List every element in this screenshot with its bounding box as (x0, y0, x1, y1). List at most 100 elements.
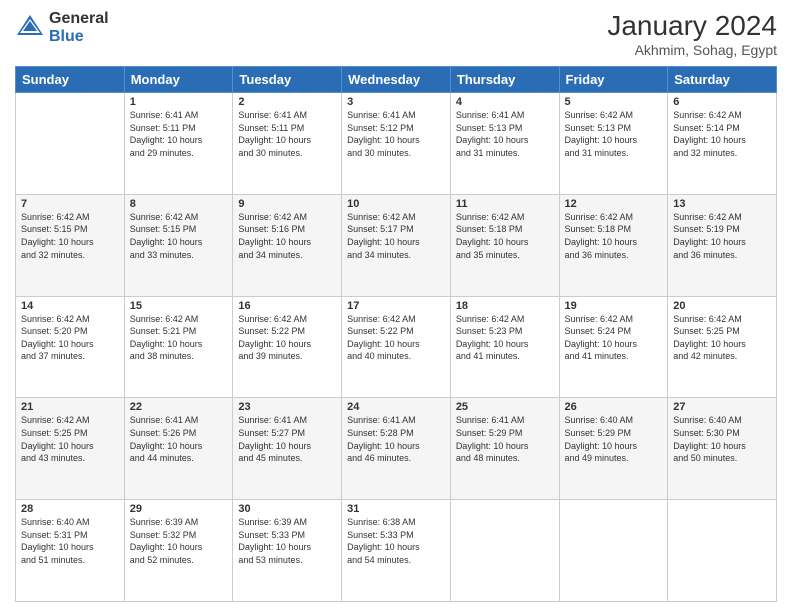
day-number: 2 (238, 96, 336, 108)
day-info: Sunrise: 6:41 AM Sunset: 5:13 PM Dayligh… (456, 109, 554, 159)
calendar-cell: 18Sunrise: 6:42 AM Sunset: 5:23 PM Dayli… (450, 296, 559, 398)
logo-icon (15, 13, 45, 43)
day-info: Sunrise: 6:40 AM Sunset: 5:30 PM Dayligh… (673, 414, 771, 464)
day-number: 4 (456, 96, 554, 108)
calendar-cell: 23Sunrise: 6:41 AM Sunset: 5:27 PM Dayli… (233, 398, 342, 500)
day-number: 16 (238, 300, 336, 312)
day-info: Sunrise: 6:42 AM Sunset: 5:20 PM Dayligh… (21, 313, 119, 363)
day-info: Sunrise: 6:40 AM Sunset: 5:31 PM Dayligh… (21, 516, 119, 566)
day-info: Sunrise: 6:40 AM Sunset: 5:29 PM Dayligh… (565, 414, 663, 464)
calendar-cell: 21Sunrise: 6:42 AM Sunset: 5:25 PM Dayli… (16, 398, 125, 500)
day-info: Sunrise: 6:41 AM Sunset: 5:11 PM Dayligh… (238, 109, 336, 159)
calendar-cell: 10Sunrise: 6:42 AM Sunset: 5:17 PM Dayli… (342, 194, 451, 296)
calendar: SundayMondayTuesdayWednesdayThursdayFrid… (15, 66, 777, 602)
calendar-cell (559, 500, 668, 602)
calendar-cell (668, 500, 777, 602)
day-number: 20 (673, 300, 771, 312)
day-number: 27 (673, 401, 771, 413)
logo-general-text: General (49, 10, 109, 28)
calendar-cell: 9Sunrise: 6:42 AM Sunset: 5:16 PM Daylig… (233, 194, 342, 296)
day-info: Sunrise: 6:41 AM Sunset: 5:11 PM Dayligh… (130, 109, 228, 159)
calendar-cell: 30Sunrise: 6:39 AM Sunset: 5:33 PM Dayli… (233, 500, 342, 602)
calendar-cell: 14Sunrise: 6:42 AM Sunset: 5:20 PM Dayli… (16, 296, 125, 398)
calendar-cell: 4Sunrise: 6:41 AM Sunset: 5:13 PM Daylig… (450, 93, 559, 195)
day-number: 12 (565, 198, 663, 210)
day-number: 17 (347, 300, 445, 312)
day-header-wednesday: Wednesday (342, 67, 451, 93)
day-number: 18 (456, 300, 554, 312)
header: General Blue January 2024 Akhmim, Sohag,… (15, 10, 777, 58)
day-info: Sunrise: 6:42 AM Sunset: 5:21 PM Dayligh… (130, 313, 228, 363)
day-number: 5 (565, 96, 663, 108)
day-number: 3 (347, 96, 445, 108)
calendar-cell: 8Sunrise: 6:42 AM Sunset: 5:15 PM Daylig… (124, 194, 233, 296)
week-row-3: 21Sunrise: 6:42 AM Sunset: 5:25 PM Dayli… (16, 398, 777, 500)
calendar-body: 1Sunrise: 6:41 AM Sunset: 5:11 PM Daylig… (16, 93, 777, 602)
calendar-cell: 20Sunrise: 6:42 AM Sunset: 5:25 PM Dayli… (668, 296, 777, 398)
day-info: Sunrise: 6:42 AM Sunset: 5:15 PM Dayligh… (21, 211, 119, 261)
day-header-thursday: Thursday (450, 67, 559, 93)
subtitle: Akhmim, Sohag, Egypt (607, 42, 777, 58)
day-info: Sunrise: 6:41 AM Sunset: 5:27 PM Dayligh… (238, 414, 336, 464)
day-info: Sunrise: 6:41 AM Sunset: 5:28 PM Dayligh… (347, 414, 445, 464)
day-info: Sunrise: 6:42 AM Sunset: 5:13 PM Dayligh… (565, 109, 663, 159)
day-number: 6 (673, 96, 771, 108)
day-number: 29 (130, 503, 228, 515)
day-header-monday: Monday (124, 67, 233, 93)
day-number: 19 (565, 300, 663, 312)
main-title: January 2024 (607, 10, 777, 42)
day-number: 22 (130, 401, 228, 413)
day-number: 9 (238, 198, 336, 210)
calendar-cell: 7Sunrise: 6:42 AM Sunset: 5:15 PM Daylig… (16, 194, 125, 296)
calendar-cell: 11Sunrise: 6:42 AM Sunset: 5:18 PM Dayli… (450, 194, 559, 296)
calendar-cell: 16Sunrise: 6:42 AM Sunset: 5:22 PM Dayli… (233, 296, 342, 398)
day-number: 21 (21, 401, 119, 413)
calendar-cell: 29Sunrise: 6:39 AM Sunset: 5:32 PM Dayli… (124, 500, 233, 602)
day-info: Sunrise: 6:42 AM Sunset: 5:25 PM Dayligh… (673, 313, 771, 363)
day-number: 30 (238, 503, 336, 515)
week-row-2: 14Sunrise: 6:42 AM Sunset: 5:20 PM Dayli… (16, 296, 777, 398)
calendar-cell: 27Sunrise: 6:40 AM Sunset: 5:30 PM Dayli… (668, 398, 777, 500)
calendar-cell: 15Sunrise: 6:42 AM Sunset: 5:21 PM Dayli… (124, 296, 233, 398)
day-number: 14 (21, 300, 119, 312)
day-header-row: SundayMondayTuesdayWednesdayThursdayFrid… (16, 67, 777, 93)
day-info: Sunrise: 6:42 AM Sunset: 5:19 PM Dayligh… (673, 211, 771, 261)
day-number: 28 (21, 503, 119, 515)
day-number: 10 (347, 198, 445, 210)
calendar-cell: 3Sunrise: 6:41 AM Sunset: 5:12 PM Daylig… (342, 93, 451, 195)
week-row-0: 1Sunrise: 6:41 AM Sunset: 5:11 PM Daylig… (16, 93, 777, 195)
logo-blue-text: Blue (49, 28, 109, 46)
day-info: Sunrise: 6:42 AM Sunset: 5:24 PM Dayligh… (565, 313, 663, 363)
day-info: Sunrise: 6:42 AM Sunset: 5:22 PM Dayligh… (347, 313, 445, 363)
week-row-4: 28Sunrise: 6:40 AM Sunset: 5:31 PM Dayli… (16, 500, 777, 602)
day-info: Sunrise: 6:42 AM Sunset: 5:22 PM Dayligh… (238, 313, 336, 363)
week-row-1: 7Sunrise: 6:42 AM Sunset: 5:15 PM Daylig… (16, 194, 777, 296)
day-info: Sunrise: 6:42 AM Sunset: 5:25 PM Dayligh… (21, 414, 119, 464)
calendar-cell: 22Sunrise: 6:41 AM Sunset: 5:26 PM Dayli… (124, 398, 233, 500)
title-block: January 2024 Akhmim, Sohag, Egypt (607, 10, 777, 58)
day-number: 26 (565, 401, 663, 413)
day-number: 11 (456, 198, 554, 210)
calendar-cell: 2Sunrise: 6:41 AM Sunset: 5:11 PM Daylig… (233, 93, 342, 195)
page: General Blue January 2024 Akhmim, Sohag,… (0, 0, 792, 612)
calendar-cell: 19Sunrise: 6:42 AM Sunset: 5:24 PM Dayli… (559, 296, 668, 398)
calendar-cell: 17Sunrise: 6:42 AM Sunset: 5:22 PM Dayli… (342, 296, 451, 398)
day-info: Sunrise: 6:41 AM Sunset: 5:26 PM Dayligh… (130, 414, 228, 464)
day-number: 25 (456, 401, 554, 413)
calendar-cell: 24Sunrise: 6:41 AM Sunset: 5:28 PM Dayli… (342, 398, 451, 500)
calendar-cell: 6Sunrise: 6:42 AM Sunset: 5:14 PM Daylig… (668, 93, 777, 195)
calendar-header: SundayMondayTuesdayWednesdayThursdayFrid… (16, 67, 777, 93)
day-info: Sunrise: 6:39 AM Sunset: 5:33 PM Dayligh… (238, 516, 336, 566)
calendar-cell (450, 500, 559, 602)
day-number: 7 (21, 198, 119, 210)
calendar-cell (16, 93, 125, 195)
day-info: Sunrise: 6:42 AM Sunset: 5:23 PM Dayligh… (456, 313, 554, 363)
day-number: 23 (238, 401, 336, 413)
day-number: 1 (130, 96, 228, 108)
calendar-cell: 26Sunrise: 6:40 AM Sunset: 5:29 PM Dayli… (559, 398, 668, 500)
day-info: Sunrise: 6:42 AM Sunset: 5:18 PM Dayligh… (456, 211, 554, 261)
day-info: Sunrise: 6:41 AM Sunset: 5:12 PM Dayligh… (347, 109, 445, 159)
day-header-sunday: Sunday (16, 67, 125, 93)
day-number: 8 (130, 198, 228, 210)
calendar-cell: 1Sunrise: 6:41 AM Sunset: 5:11 PM Daylig… (124, 93, 233, 195)
